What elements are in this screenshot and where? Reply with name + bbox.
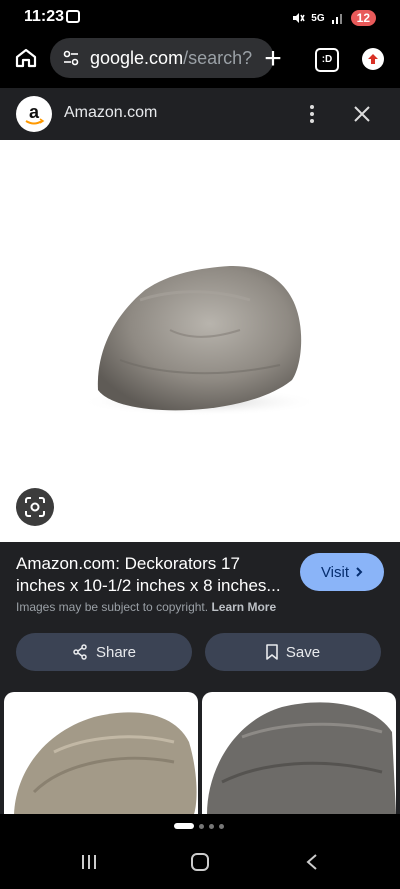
result-title-line1: Amazon.com: Deckorators 17 <box>16 554 240 573</box>
amazon-logo: a <box>16 96 52 132</box>
rock-thumbnail <box>207 702 396 814</box>
copyright-notice: Images may be subject to copyright. Lear… <box>16 600 276 614</box>
chevron-right-icon <box>356 567 363 577</box>
more-vert-icon[interactable] <box>302 104 322 124</box>
visit-label: Visit <box>320 563 350 581</box>
browser-toolbar: google.com/search? + :D <box>0 36 400 86</box>
rock-thumbnail <box>14 712 197 814</box>
result-title-line2: inches x 10-1/2 inches x 8 inches... <box>16 576 281 595</box>
pager-dot <box>209 823 214 829</box>
copyright-text: Images may be subject to copyright. <box>16 600 209 614</box>
pager-dot <box>199 823 204 829</box>
related-image[interactable] <box>202 692 396 814</box>
network-label: 5G <box>311 12 325 24</box>
address-bar[interactable]: google.com/search? <box>50 38 274 78</box>
tab-switcher-icon[interactable]: :D <box>315 48 339 72</box>
tune-icon[interactable] <box>62 49 80 67</box>
url-host: google.com <box>90 47 184 68</box>
source-header <box>0 88 400 140</box>
status-time: 11:23 <box>24 8 65 25</box>
pager-dot <box>219 823 224 829</box>
learn-more-link[interactable]: Learn More <box>211 600 276 614</box>
mute-icon <box>293 13 305 23</box>
save-button[interactable]: Save <box>205 633 381 671</box>
recents-icon[interactable] <box>80 853 98 871</box>
visit-button[interactable]: Visit <box>300 553 384 591</box>
lens-icon[interactable] <box>16 488 54 526</box>
share-icon <box>73 644 87 660</box>
upload-icon[interactable] <box>362 48 384 70</box>
source-name[interactable]: Amazon.com <box>64 104 157 122</box>
plus-icon[interactable]: + <box>260 44 286 74</box>
save-label: Save <box>285 643 321 661</box>
rock-image <box>80 265 320 416</box>
home-icon[interactable] <box>14 46 38 70</box>
result-title[interactable]: Amazon.com: Deckorators 17 inches x 10-1… <box>16 553 286 597</box>
url-path: /search? <box>183 47 253 68</box>
screenshot-indicator-icon <box>66 10 80 23</box>
nav-home-icon[interactable] <box>191 853 209 871</box>
pager-dot-active <box>174 823 194 829</box>
related-image[interactable] <box>4 692 198 814</box>
url-text[interactable]: google.com/search? <box>90 48 252 69</box>
share-button[interactable]: Share <box>16 633 192 671</box>
signal-icon <box>331 14 342 24</box>
share-label: Share <box>95 643 137 661</box>
battery-badge: 12 <box>350 10 376 26</box>
status-icons: 5G 12 <box>291 8 376 28</box>
close-icon[interactable] <box>352 104 372 124</box>
amazon-logo-letter: a <box>29 102 40 122</box>
bookmark-icon <box>266 644 278 660</box>
main-image[interactable] <box>0 140 400 542</box>
back-icon[interactable] <box>304 853 320 871</box>
